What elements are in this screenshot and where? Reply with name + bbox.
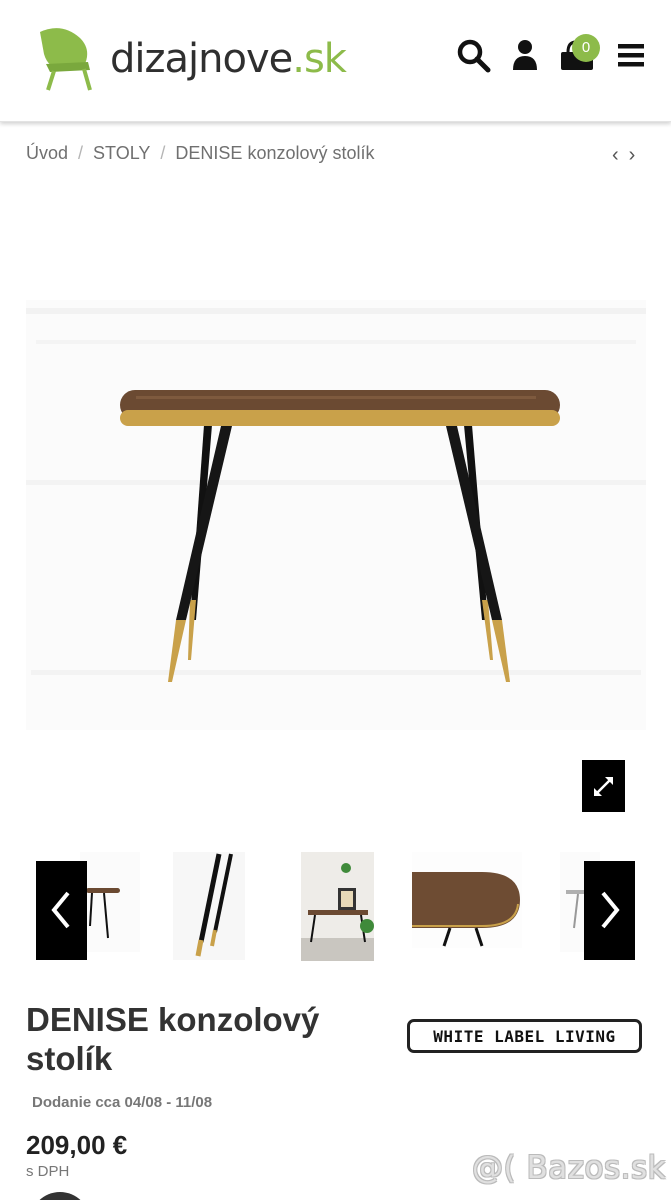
site-header: dizajnove.sk 0 [0, 0, 671, 122]
zoom-button[interactable] [582, 760, 625, 812]
breadcrumb-category-link[interactable]: STOLY [93, 143, 150, 164]
breadcrumb: Úvod / STOLY / DENISE konzolový stolík [26, 143, 375, 164]
site-logo[interactable]: dizajnove.sk [32, 24, 372, 94]
brand-logo[interactable]: WHITE LABEL LIVING [407, 1019, 642, 1053]
delivery-info: Dodanie cca 04/08 - 11/08 [32, 1094, 213, 1111]
carousel-prev-button[interactable] [36, 861, 87, 960]
chevron-right-icon [601, 891, 620, 929]
vat-note: s DPH [26, 1163, 70, 1180]
thumbnail-4[interactable] [412, 852, 522, 948]
thumbnail-2[interactable] [173, 852, 245, 960]
expand-icon [594, 777, 613, 796]
thumbnail-carousel [0, 848, 671, 968]
search-icon[interactable] [456, 38, 492, 74]
carousel-next-button[interactable] [584, 861, 635, 960]
prev-product-icon[interactable]: ‹ [612, 144, 619, 167]
product-price: 209,00 € [26, 1130, 128, 1160]
thumbnail-1[interactable] [80, 852, 140, 952]
watermark: @( Bazos.sk [472, 1150, 667, 1186]
logo-text: dizajnove.sk [110, 36, 347, 82]
breadcrumb-separator: / [78, 143, 84, 163]
breadcrumb-current: DENISE konzolový stolík [175, 143, 375, 163]
product-title: DENISE konzolový stolík [26, 1001, 320, 1077]
chair-logo-icon [40, 28, 92, 91]
cart-count-badge[interactable]: 0 [572, 34, 600, 62]
user-icon[interactable] [509, 38, 545, 74]
hamburger-menu-icon[interactable] [614, 38, 650, 74]
floating-chat-button[interactable] [30, 1192, 90, 1200]
thumbnail-3[interactable] [301, 852, 374, 961]
product-pager: ‹ › [612, 144, 635, 167]
product-main-image[interactable] [26, 300, 646, 730]
chevron-left-icon [51, 891, 70, 929]
breadcrumb-separator: / [160, 143, 166, 163]
breadcrumb-home-link[interactable]: Úvod [26, 143, 68, 164]
next-product-icon[interactable]: › [629, 144, 636, 167]
